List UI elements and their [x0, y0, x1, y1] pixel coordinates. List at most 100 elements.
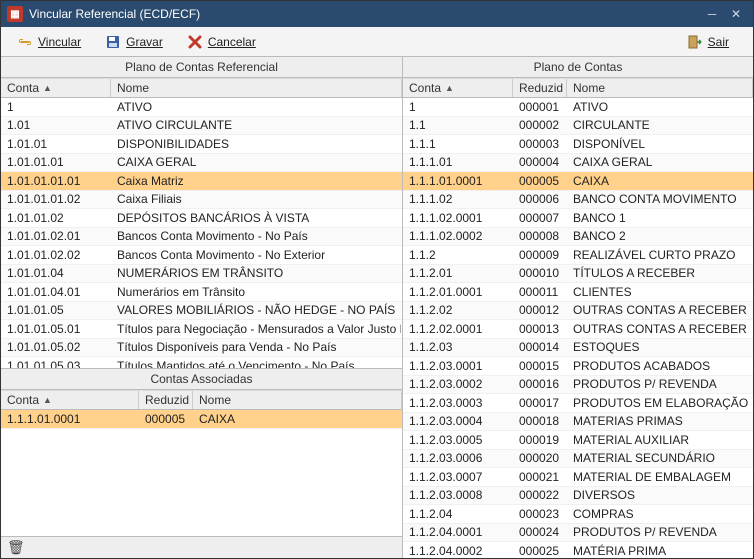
cell-reduz: 000018	[513, 414, 567, 428]
cell-nome: Bancos Conta Movimento - No País	[111, 229, 402, 243]
table-row[interactable]: 1.1.1.01.0001000005CAIXA	[403, 172, 753, 191]
table-row[interactable]: 1.1.2000009REALIZÁVEL CURTO PRAZO	[403, 246, 753, 265]
cell-conta: 1.1.2.03.0005	[403, 433, 513, 447]
sair-button[interactable]: Sair	[679, 31, 737, 53]
close-button[interactable]: ✕	[725, 5, 747, 23]
cell-nome: DEPÓSITOS BANCÁRIOS À VISTA	[111, 211, 402, 225]
cell-reduz: 000022	[513, 488, 567, 502]
table-row[interactable]: 1.01.01.01CAIXA GERAL	[1, 154, 402, 173]
sort-asc-icon: ▲	[445, 83, 454, 93]
ref-col-conta-label: Conta	[7, 81, 39, 95]
cell-reduz: 000013	[513, 322, 567, 336]
plano-body[interactable]: 1000001ATIVO1.1000002CIRCULANTE1.1.10000…	[403, 98, 753, 558]
cell-conta: 1.01.01.01.02	[1, 192, 111, 206]
cell-nome: VALORES MOBILIÁRIOS - NÃO HEDGE - NO PAÍ…	[111, 303, 402, 317]
gravar-label: Gravar	[126, 35, 163, 49]
table-row[interactable]: 1.01.01.02DEPÓSITOS BANCÁRIOS À VISTA	[1, 209, 402, 228]
cell-conta: 1.01.01	[1, 137, 111, 151]
table-row[interactable]: 1.1.2.03.0004000018MATERIAS PRIMAS	[403, 413, 753, 432]
ref-col-conta[interactable]: Conta ▲	[1, 79, 111, 97]
table-row[interactable]: 1.1.2.02.0001000013OUTRAS CONTAS A RECEB…	[403, 320, 753, 339]
trash-icon[interactable]: 🗑	[7, 539, 25, 556]
table-row[interactable]: 1.1.2.03.0008000022DIVERSOS	[403, 487, 753, 506]
cell-nome: ATIVO	[567, 100, 753, 114]
cell-nome: NUMERÁRIOS EM TRÂNSITO	[111, 266, 402, 280]
cell-conta: 1.01	[1, 118, 111, 132]
table-row[interactable]: 1.01.01.04NUMERÁRIOS EM TRÂNSITO	[1, 265, 402, 284]
sort-asc-icon: ▲	[43, 395, 52, 405]
assoc-col-reduz[interactable]: Reduzid	[139, 391, 193, 409]
table-row[interactable]: 1.01.01.05VALORES MOBILIÁRIOS - NÃO HEDG…	[1, 302, 402, 321]
table-row[interactable]: 1.1.2.03.0005000019MATERIAL AUXILIAR	[403, 431, 753, 450]
cell-nome: MATERIAL DE EMBALAGEM	[567, 470, 753, 484]
vincular-button[interactable]: Vincular	[9, 31, 89, 53]
cell-nome: ESTOQUES	[567, 340, 753, 354]
table-row[interactable]: 1.01.01.04.01Numerários em Trânsito	[1, 283, 402, 302]
table-row[interactable]: 1.1.2.02000012OUTRAS CONTAS A RECEBER	[403, 302, 753, 321]
cell-reduz: 000015	[513, 359, 567, 373]
table-row[interactable]: 1.1.1.01.0001000005CAIXA	[1, 410, 402, 429]
plan-col-reduz-label: Reduzid	[519, 81, 563, 95]
table-row[interactable]: 1.1.2.01000010TÍTULOS A RECEBER	[403, 265, 753, 284]
cell-reduz: 000020	[513, 451, 567, 465]
table-row[interactable]: 1.1.1.01000004CAIXA GERAL	[403, 154, 753, 173]
link-icon	[17, 34, 33, 50]
table-row[interactable]: 1.1.1.02.0002000008BANCO 2	[403, 228, 753, 247]
table-row[interactable]: 1.01.01.02.01Bancos Conta Movimento - No…	[1, 228, 402, 247]
ref-col-nome-label: Nome	[117, 81, 149, 95]
table-row[interactable]: 1.1.1000003DISPONÍVEL	[403, 135, 753, 154]
table-row[interactable]: 1.1.1.02.0001000007BANCO 1	[403, 209, 753, 228]
cell-reduz: 000009	[513, 248, 567, 262]
ref-col-nome[interactable]: Nome	[111, 79, 402, 97]
table-row[interactable]: 1.01ATIVO CIRCULANTE	[1, 117, 402, 136]
cell-conta: 1.1.2.03.0003	[403, 396, 513, 410]
table-row[interactable]: 1.1.2.03.0003000017PRODUTOS EM ELABORAÇÃ…	[403, 394, 753, 413]
table-row[interactable]: 1.1.2.04000023COMPRAS	[403, 505, 753, 524]
table-row[interactable]: 1.1.2.03.0002000016PRODUTOS P/ REVENDA	[403, 376, 753, 395]
sort-asc-icon: ▲	[43, 83, 52, 93]
cell-reduz: 000007	[513, 211, 567, 225]
cell-conta: 1	[1, 100, 111, 114]
cell-reduz: 000005	[139, 412, 193, 426]
table-row[interactable]: 1.1.2.04.0002000025MATÉRIA PRIMA	[403, 542, 753, 558]
gravar-button[interactable]: Gravar	[97, 31, 171, 53]
plan-col-reduz[interactable]: Reduzid	[513, 79, 567, 97]
cell-nome: ATIVO	[111, 100, 402, 114]
table-row[interactable]: 1.01.01.05.02Títulos Disponíveis para Ve…	[1, 339, 402, 358]
assoc-col-conta[interactable]: Conta ▲	[1, 391, 139, 409]
table-row[interactable]: 1.01.01DISPONIBILIDADES	[1, 135, 402, 154]
table-row[interactable]: 1.01.01.01.02Caixa Filiais	[1, 191, 402, 210]
table-row[interactable]: 1.1.1.02000006BANCO CONTA MOVIMENTO	[403, 191, 753, 210]
table-row[interactable]: 1.1.2.03.0007000021MATERIAL DE EMBALAGEM	[403, 468, 753, 487]
cell-conta: 1	[403, 100, 513, 114]
minimize-button[interactable]: ─	[701, 5, 723, 23]
cell-nome: BANCO 1	[567, 211, 753, 225]
table-row[interactable]: 1.01.01.05.01Títulos para Negociação - M…	[1, 320, 402, 339]
table-row[interactable]: 1.01.01.02.02Bancos Conta Movimento - No…	[1, 246, 402, 265]
table-row[interactable]: 1.01.01.05.03Títulos Mantidos até o Venc…	[1, 357, 402, 368]
cell-reduz: 000003	[513, 137, 567, 151]
table-row[interactable]: 1.1.2.04.0001000024PRODUTOS P/ REVENDA	[403, 524, 753, 543]
cancelar-button[interactable]: Cancelar	[179, 31, 264, 53]
table-row[interactable]: 1.1.2.03.0001000015PRODUTOS ACABADOS	[403, 357, 753, 376]
toolbar: Vincular Gravar Cancelar Sair	[1, 27, 753, 57]
cell-nome: OUTRAS CONTAS A RECEBER	[567, 303, 753, 317]
cell-reduz: 000023	[513, 507, 567, 521]
table-row[interactable]: 1.1.2.01.0001000011CLIENTES	[403, 283, 753, 302]
table-row[interactable]: 1.1000002CIRCULANTE	[403, 117, 753, 136]
assoc-col-nome[interactable]: Nome	[193, 391, 402, 409]
plan-col-conta[interactable]: Conta ▲	[403, 79, 513, 97]
table-row[interactable]: 1.1.2.03000014ESTOQUES	[403, 339, 753, 358]
associadas-body[interactable]: 1.1.1.01.0001000005CAIXA	[1, 410, 402, 536]
table-row[interactable]: 1000001ATIVO	[403, 98, 753, 117]
cell-nome: PRODUTOS ACABADOS	[567, 359, 753, 373]
cell-nome: PRODUTOS P/ REVENDA	[567, 525, 753, 539]
cell-reduz: 000001	[513, 100, 567, 114]
table-row[interactable]: 1.01.01.01.01Caixa Matriz	[1, 172, 402, 191]
cell-conta: 1.01.01.05.02	[1, 340, 111, 354]
plan-col-nome[interactable]: Nome	[567, 79, 753, 97]
table-row[interactable]: 1.1.2.03.0006000020MATERIAL SECUNDÁRIO	[403, 450, 753, 469]
table-row[interactable]: 1ATIVO	[1, 98, 402, 117]
referencial-body[interactable]: 1ATIVO1.01ATIVO CIRCULANTE1.01.01DISPONI…	[1, 98, 402, 368]
app-icon: ▦	[7, 6, 23, 22]
